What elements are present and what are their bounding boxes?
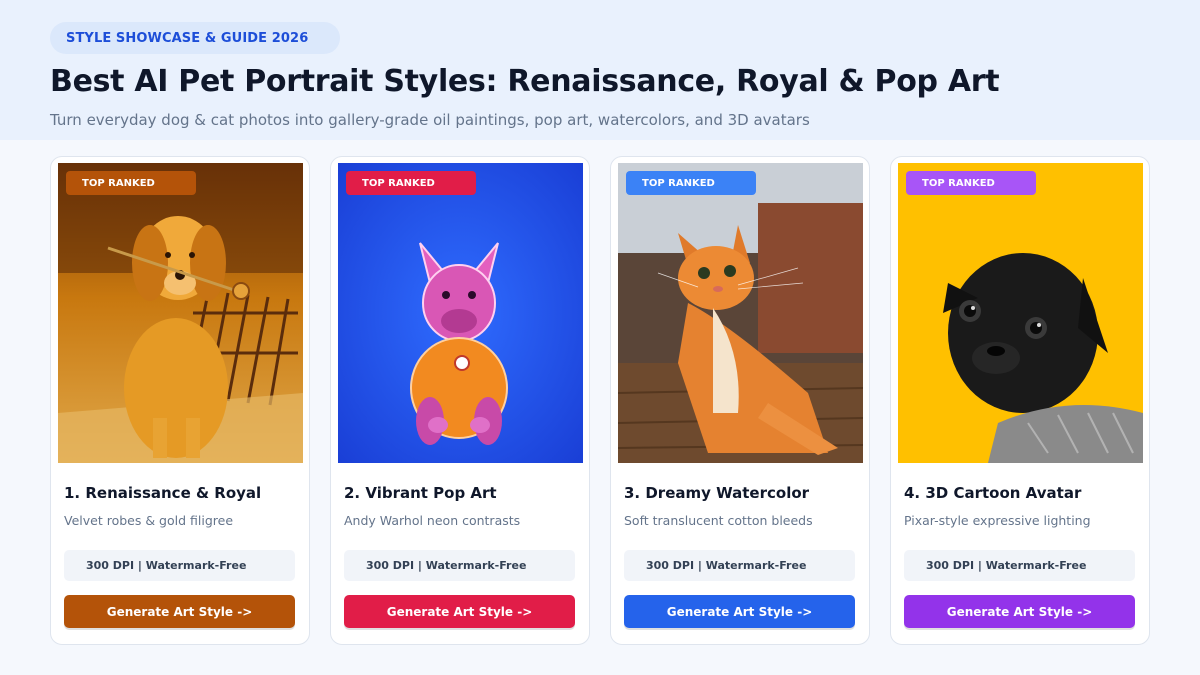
eyebrow-pill: STYLE SHOWCASE & GUIDE 2026 [50,22,340,54]
golden-retriever-image [58,163,303,463]
top-ranked-badge: TOP RANKED [66,171,196,195]
top-ranked-badge: TOP RANKED [626,171,756,195]
page-title: Best AI Pet Portrait Styles: Renaissance… [50,64,1000,99]
card-image-french-bulldog: TOP RANKED [338,163,583,463]
generate-art-style-button[interactable]: Generate Art Style -> [64,595,295,628]
card-title: 4. 3D Cartoon Avatar [904,484,1082,502]
top-ranked-badge: TOP RANKED [346,171,476,195]
card-title: 1. Renaissance & Royal [64,484,262,502]
page-subtitle: Turn everyday dog & cat photos into gall… [50,111,810,129]
card-description: Pixar-style expressive lighting [904,513,1091,528]
card-description: Velvet robes & gold filigree [64,513,234,528]
card-specs: 300 DPI | Watermark-Free [904,550,1135,581]
top-ranked-badge: TOP RANKED [906,171,1036,195]
generate-art-style-button[interactable]: Generate Art Style -> [344,595,575,628]
card-title: 3. Dreamy Watercolor [624,484,810,502]
generate-art-style-button[interactable]: Generate Art Style -> [624,595,855,628]
card-specs: 300 DPI | Watermark-Free [344,550,575,581]
card-specs: 300 DPI | Watermark-Free [624,550,855,581]
style-card-3d-cartoon[interactable]: TOP RANKED 4. 3D Cartoon Avatar Pixar-st… [890,156,1150,645]
french-bulldog-image [338,163,583,463]
style-card-renaissance[interactable]: TOP RANKED 1. Renaissance & Royal Velvet… [50,156,310,645]
card-description: Andy Warhol neon contrasts [344,513,521,528]
style-card-watercolor[interactable]: TOP RANKED 3. Dreamy Watercolor Soft tra… [610,156,870,645]
generate-art-style-button[interactable]: Generate Art Style -> [904,595,1135,628]
card-description: Soft translucent cotton bleeds [624,513,813,528]
card-image-orange-cat: TOP RANKED [618,163,863,463]
card-specs: 300 DPI | Watermark-Free [64,550,295,581]
card-image-black-pug: TOP RANKED [898,163,1143,463]
orange-cat-image [618,163,863,463]
card-title: 2. Vibrant Pop Art [344,484,497,502]
style-card-pop-art[interactable]: TOP RANKED 2. Vibrant Pop Art Andy Warho… [330,156,590,645]
card-image-golden-retriever: TOP RANKED [58,163,303,463]
black-pug-image [898,163,1143,463]
